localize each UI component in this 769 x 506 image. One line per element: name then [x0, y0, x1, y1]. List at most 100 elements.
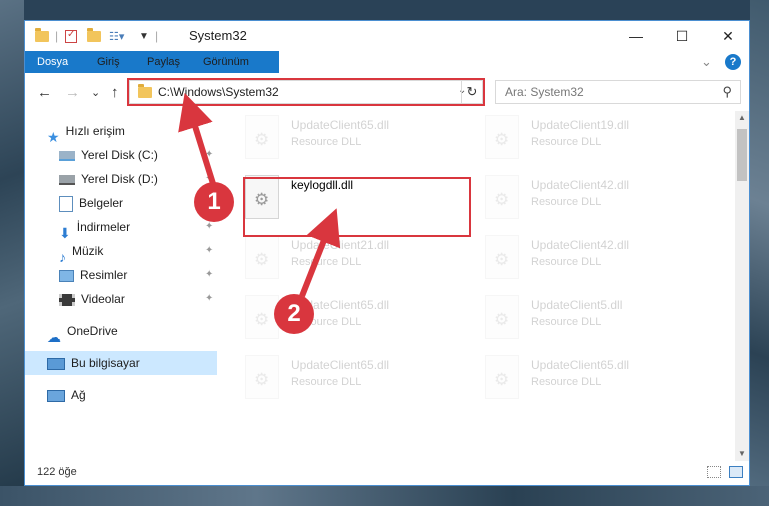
up-button[interactable]: ↑: [111, 84, 119, 101]
file-description: Resource DLL: [531, 136, 602, 148]
file-description: Resource DLL: [531, 376, 602, 388]
minimize-button[interactable]: —: [613, 21, 659, 51]
properties-icon[interactable]: ✓: [65, 28, 77, 44]
dll-file-icon: [485, 175, 519, 219]
file-name: UpdateClient65.dll: [291, 358, 390, 372]
forward-button[interactable]: →: [65, 84, 80, 101]
scroll-up-icon[interactable]: ▲: [735, 111, 749, 125]
file-highlight-box: [243, 177, 471, 237]
maximize-button[interactable]: ☐: [659, 21, 705, 51]
sidebar-item-this-pc[interactable]: Bu bilgisayar: [25, 351, 217, 375]
sidebar-item-onedrive[interactable]: ☁ OneDrive: [47, 319, 118, 345]
sidebar-item-label: Hızlı erişim: [65, 124, 125, 138]
cloud-icon: ☁: [47, 328, 61, 345]
file-item[interactable]: UpdateClient65.dll Resource DLL: [225, 351, 455, 403]
scrollbar-thumb[interactable]: [737, 129, 747, 181]
dll-file-icon: [485, 115, 519, 159]
recent-locations-button[interactable]: ⌄: [91, 86, 100, 99]
file-description: Resource DLL: [531, 316, 602, 328]
pin-icon: ✦: [205, 245, 214, 256]
computer-icon: [47, 357, 65, 370]
tab-share[interactable]: Paylaş: [135, 51, 192, 73]
dll-file-icon: [485, 295, 519, 339]
back-button[interactable]: ←: [37, 84, 52, 101]
sidebar-item-local-disk-d[interactable]: Yerel Disk (D:): [59, 167, 158, 191]
pin-icon: ✦: [205, 269, 214, 280]
file-item[interactable]: UpdateClient65.dll Resource DLL: [465, 351, 695, 403]
file-item[interactable]: UpdateClient65.dll Resource DLL: [225, 111, 455, 163]
pin-icon: ✦: [205, 221, 214, 232]
status-bar: 122 öğe: [25, 461, 749, 485]
navigation-bar: ← → ⌄ ↑ C:\Windows\System32 ⌄ ↻ Ara: Sys…: [25, 73, 749, 111]
tab-home[interactable]: Giriş: [85, 51, 132, 73]
file-item[interactable]: UpdateClient42.dll Resource DLL: [465, 231, 695, 283]
annotation-badge-2: 2: [274, 294, 314, 334]
file-name: UpdateClient42.dll: [531, 178, 630, 192]
search-input[interactable]: Ara: System32 ⚲: [495, 80, 741, 104]
dll-file-icon: [485, 355, 519, 399]
sidebar-item-label: İndirmeler: [76, 220, 131, 234]
drive-icon: [59, 150, 75, 161]
ribbon-tabs: Dosya Giriş Paylaş Görünüm ⌄ ?: [25, 51, 749, 103]
vertical-scrollbar[interactable]: ▲ ▼: [735, 111, 749, 461]
star-icon: ★: [47, 128, 60, 145]
large-icons-view-icon[interactable]: [729, 466, 743, 478]
file-name: UpdateClient65.dll: [291, 118, 390, 132]
ribbon-expand-icon[interactable]: ⌄: [701, 51, 712, 73]
file-description: Resource DLL: [291, 376, 362, 388]
desktop-background-bottom: [0, 486, 769, 506]
sidebar-item-label: Bu bilgisayar: [71, 356, 140, 370]
file-name: UpdateClient42.dll: [531, 238, 630, 252]
dll-file-icon: [245, 235, 279, 279]
customize-toolbar-icon[interactable]: ☷▾: [109, 28, 124, 44]
file-name: UpdateClient5.dll: [531, 298, 623, 312]
sidebar-item-quick-access[interactable]: ★ Hızlı erişim: [47, 119, 125, 145]
file-name: UpdateClient19.dll: [531, 118, 630, 132]
dll-file-icon: [485, 235, 519, 279]
file-item[interactable]: UpdateClient42.dll Resource DLL: [465, 171, 695, 223]
file-explorer-window: | ✓ ☷▾ ▼ | System32 — ☐ ✕ Dosya Giriş Pa…: [24, 20, 750, 486]
navigation-pane: ★ Hızlı erişim Yerel Disk (C:) Yerel Disk…: [25, 111, 217, 461]
file-name: UpdateClient65.dll: [531, 358, 630, 372]
sidebar-item-music[interactable]: ♪ Müzik: [59, 239, 104, 265]
videos-icon: [59, 293, 75, 306]
file-item[interactable]: UpdateClient65.dll Resource DLL: [225, 291, 455, 343]
file-item[interactable]: UpdateClient5.dll Resource DLL: [465, 291, 695, 343]
file-description: Resource DLL: [291, 136, 362, 148]
sidebar-item-documents[interactable]: Belgeler: [59, 191, 123, 215]
documents-icon: [59, 195, 73, 212]
sidebar-item-label: Yerel Disk (C:): [81, 148, 158, 162]
tab-view[interactable]: Görünüm: [191, 51, 261, 73]
folder-icon: [35, 27, 49, 44]
search-icon: ⚲: [722, 84, 732, 99]
window-title: System32: [189, 28, 247, 43]
pictures-icon: [59, 269, 74, 282]
sidebar-item-pictures[interactable]: Resimler: [59, 263, 127, 287]
sidebar-item-local-disk-c[interactable]: Yerel Disk (C:): [59, 143, 158, 167]
close-button[interactable]: ✕: [705, 21, 751, 51]
sidebar-item-label: Videolar: [81, 292, 125, 306]
music-icon: ♪: [59, 248, 66, 265]
help-icon[interactable]: ?: [725, 54, 741, 70]
dll-file-icon: [245, 115, 279, 159]
details-view-icon[interactable]: [707, 466, 721, 478]
sidebar-item-network[interactable]: Ağ: [47, 383, 86, 407]
sidebar-item-downloads[interactable]: ⬇ İndirmeler: [59, 215, 131, 241]
sidebar-item-videos[interactable]: Videolar: [59, 287, 125, 311]
file-description: Resource DLL: [531, 256, 602, 268]
file-item[interactable]: UpdateClient19.dll Resource DLL: [465, 111, 695, 163]
sidebar-item-label: Ağ: [71, 388, 86, 402]
file-item[interactable]: UpdateClient21.dll Resource DLL: [225, 231, 455, 283]
sidebar-item-label: Belgeler: [79, 196, 124, 210]
annotation-badge-1: 1: [194, 182, 234, 222]
dll-file-icon: [245, 355, 279, 399]
drive-icon: [59, 174, 75, 185]
sidebar-item-label: Müzik: [72, 244, 104, 258]
quick-access-dropdown-icon[interactable]: ▼: [139, 28, 149, 44]
file-name: UpdateClient21.dll: [291, 238, 390, 252]
desktop-background-left: [0, 0, 24, 506]
file-description: Resource DLL: [531, 196, 602, 208]
new-folder-icon[interactable]: [87, 27, 101, 44]
scroll-down-icon[interactable]: ▼: [735, 447, 749, 461]
desktop-background-right: [750, 0, 769, 506]
